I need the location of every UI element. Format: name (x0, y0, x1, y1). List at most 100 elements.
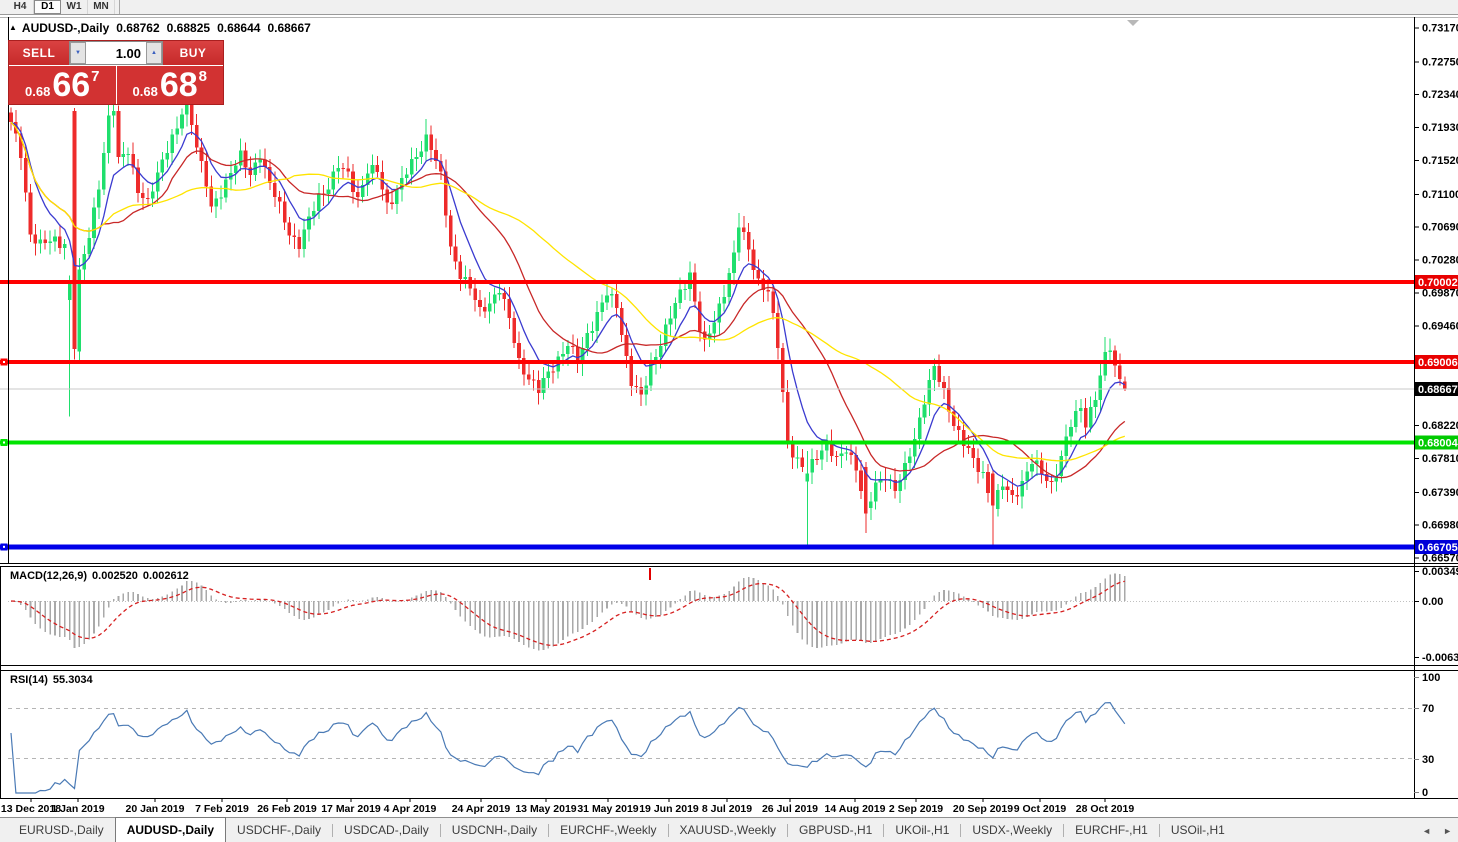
candle-body (454, 246, 458, 261)
candle-body (141, 193, 145, 198)
chart-tab-usdcad-daily[interactable]: USDCAD-,Daily (333, 818, 440, 842)
chart-tab-xauusd-weekly[interactable]: XAUUSD-,Weekly (669, 818, 787, 842)
price-tick-label: 0.68220 (1422, 420, 1458, 432)
candle-body (639, 387, 643, 395)
price-tick-label: 0.69460 (1422, 321, 1458, 333)
macd-name: MACD(12,26,9) (10, 570, 87, 582)
candle-body (293, 236, 297, 237)
candle-body (1108, 351, 1112, 352)
line-handle-dot (3, 441, 5, 443)
candle-body (146, 198, 150, 199)
price-badge-label: 0.66705 (1418, 542, 1458, 554)
date-label: 4 Apr 2019 (384, 803, 437, 815)
chart-tab-usdx-weekly[interactable]: USDX-,Weekly (961, 818, 1063, 842)
chart-tab-usdchf-daily[interactable]: USDCHF-,Daily (226, 818, 332, 842)
candle-body (722, 297, 726, 304)
timeframe-button-h4[interactable]: H4 (7, 0, 34, 14)
candle-body (527, 374, 531, 379)
timeframe-button-w1[interactable]: W1 (61, 0, 88, 14)
candle-body (1089, 407, 1093, 428)
chart-background (0, 15, 1458, 817)
chart-tab-eurusd-daily[interactable]: EURUSD-,Daily (8, 818, 115, 842)
candle-body (244, 150, 248, 167)
buy-price[interactable]: 0.68 68 8 (117, 66, 224, 104)
ohlc-close: 0.68667 (267, 21, 310, 35)
sell-button[interactable]: SELL (9, 41, 69, 65)
candle-body (713, 322, 717, 333)
candle-body (493, 295, 497, 304)
candle-body (918, 418, 922, 439)
candle-body (805, 473, 809, 481)
timeframe-button-d1[interactable]: D1 (34, 0, 61, 14)
date-label: 17 Mar 2019 (321, 803, 381, 815)
candle-body (405, 175, 409, 178)
horizontal-line-0.68004[interactable] (0, 440, 1414, 444)
tab-next-icon[interactable]: ► (1443, 826, 1452, 836)
candle-body (586, 333, 590, 348)
buy-button[interactable]: BUY (163, 41, 223, 65)
candle-body (1016, 495, 1020, 497)
candle-body (605, 296, 609, 303)
horizontal-line-0.66705[interactable] (0, 544, 1414, 549)
candle-body (551, 372, 555, 373)
candle-body (840, 453, 844, 456)
horizontal-line-0.70002[interactable] (0, 280, 1414, 284)
chart-tab-gbpusd-h1[interactable]: GBPUSD-,H1 (788, 818, 883, 842)
candle-body (1094, 400, 1098, 407)
candle-body (591, 331, 595, 333)
candle-body (180, 115, 184, 129)
candle-body (991, 473, 995, 505)
candle-body (791, 443, 795, 458)
candle-body (517, 343, 521, 358)
chart-tab-eurchf-weekly[interactable]: EURCHF-,Weekly (549, 818, 667, 842)
date-label: 20 Jan 2019 (126, 803, 185, 815)
volume-decrease-button[interactable]: ▼ (70, 42, 86, 64)
chart-tab-eurchf-h1[interactable]: EURCHF-,H1 (1064, 818, 1159, 842)
price-tick-label: 0.69870 (1422, 288, 1458, 300)
candle-body (43, 240, 47, 243)
horizontal-line-0.69006[interactable] (0, 360, 1414, 364)
candle-body (371, 165, 375, 174)
candle-body (483, 307, 487, 312)
chart-tab-usdcnh-daily[interactable]: USDCNH-,Daily (441, 818, 548, 842)
sell-price-prefix: 0.68 (25, 84, 50, 99)
rsi-indicator-label: RSI(14)55.3034 (10, 674, 98, 686)
candle-body (302, 230, 306, 249)
candle-body (810, 459, 814, 473)
timeframe-button-mn[interactable]: MN (88, 0, 115, 14)
candle-body (771, 292, 775, 313)
ohlc-open: 0.68762 (116, 21, 159, 35)
sell-price[interactable]: 0.68 66 7 (9, 66, 117, 104)
candle-body (981, 472, 985, 473)
candle-body (874, 482, 878, 501)
price-tick-label: 0.72340 (1422, 89, 1458, 101)
candle-body (1011, 490, 1015, 495)
candle-body (669, 318, 673, 324)
candle-body (336, 168, 340, 172)
candle-body (718, 304, 722, 323)
tab-prev-icon[interactable]: ◄ (1422, 826, 1431, 836)
candle-body (283, 201, 287, 222)
candle-body (923, 404, 927, 417)
candle-body (170, 135, 174, 153)
candle-body (68, 282, 72, 300)
price-tick-label: 0.71520 (1422, 155, 1458, 167)
volume-value[interactable]: 1.00 (86, 42, 146, 64)
rsi-name: RSI(14) (10, 674, 48, 686)
chart-tab-usoil-h1[interactable]: USOil-,H1 (1160, 818, 1236, 842)
candle-body (1050, 481, 1054, 482)
price-tick-label: 0.67810 (1422, 453, 1458, 465)
chart-tab-audusd-daily[interactable]: AUDUSD-,Daily (115, 817, 226, 842)
candle-body (678, 290, 682, 303)
horizontal-line-0.68667[interactable] (0, 389, 1414, 390)
candle-body (649, 363, 653, 385)
volume-increase-button[interactable]: ▲ (146, 42, 162, 64)
candle-body (327, 189, 331, 193)
chart-tab-ukoil-h1[interactable]: UKOil-,H1 (884, 818, 960, 842)
buy-price-prefix: 0.68 (133, 84, 158, 99)
line-handle-dot (3, 361, 5, 363)
tab-items: EURUSD-,DailyAUDUSD-,DailyUSDCHF-,DailyU… (8, 818, 1236, 842)
candle-body (835, 456, 839, 457)
buy-price-sup: 8 (199, 68, 207, 85)
candle-body (390, 202, 394, 203)
